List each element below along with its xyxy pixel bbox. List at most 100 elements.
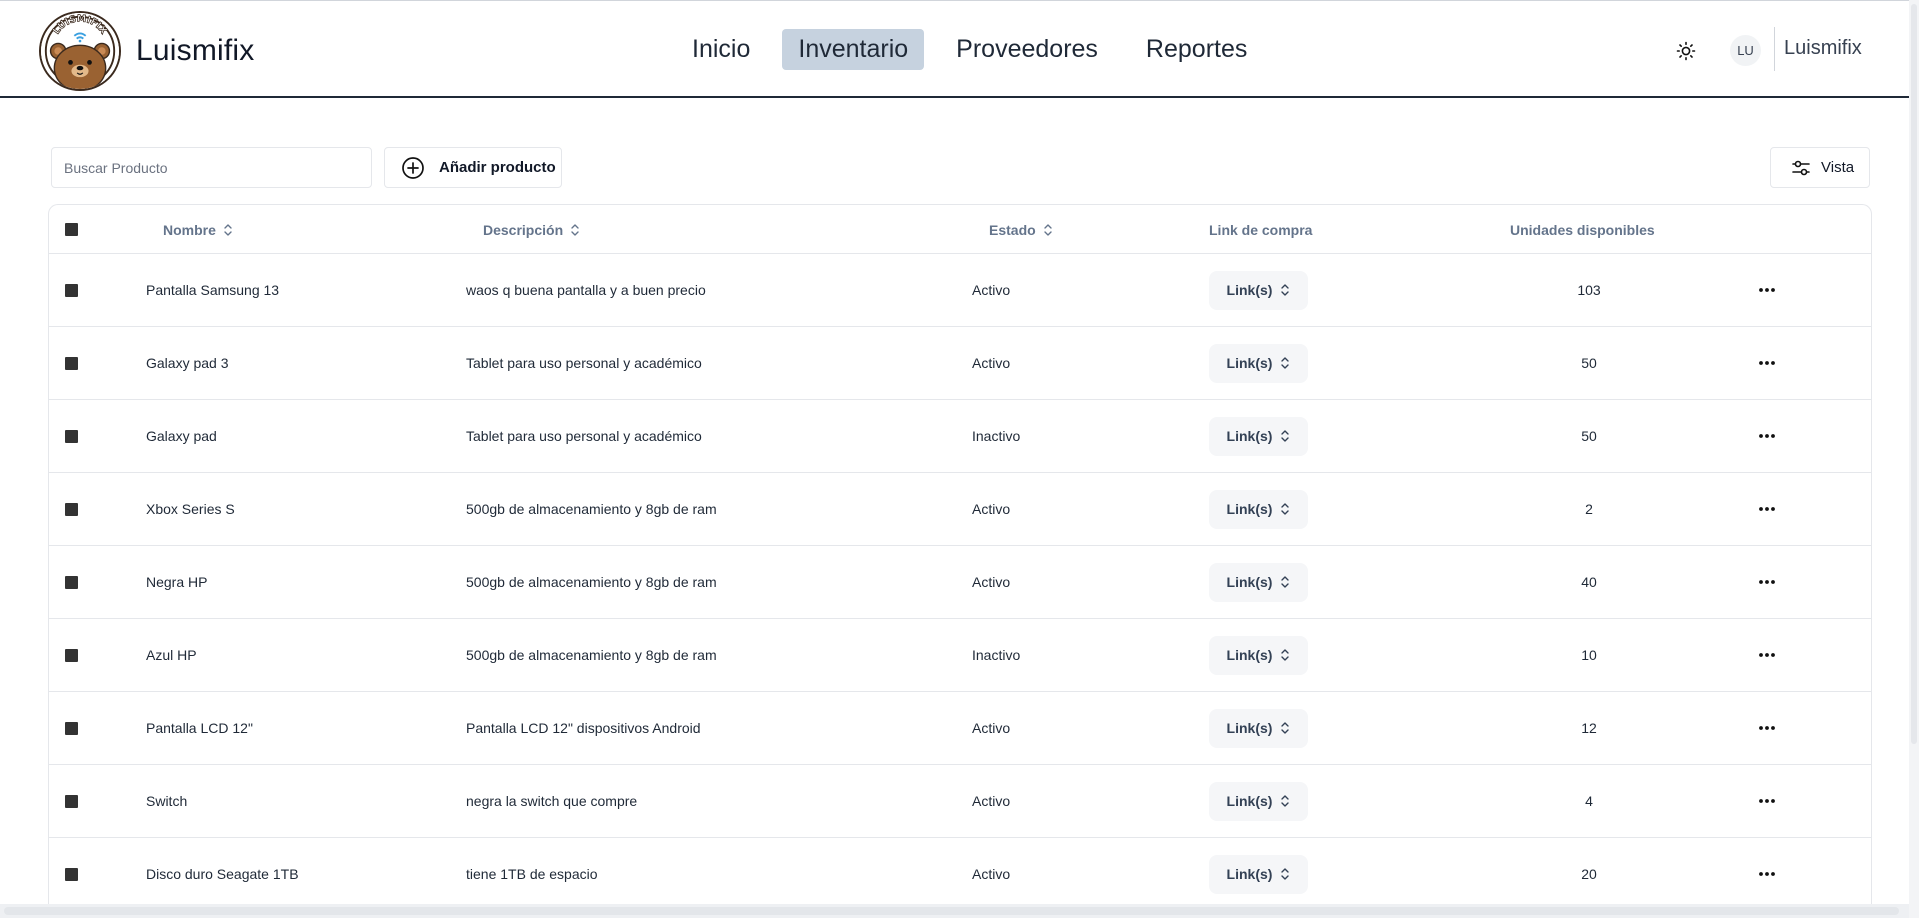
table-row: Pantalla Samsung 13 waos q buena pantall…: [49, 254, 1871, 327]
row-checkbox[interactable]: [65, 648, 78, 662]
row-actions-button[interactable]: [1752, 567, 1782, 597]
table-row: Pantalla LCD 12" Pantalla LCD 12" dispos…: [49, 692, 1871, 765]
link-cell: Link(s): [1209, 400, 1308, 472]
product-units: 4: [1585, 793, 1593, 809]
table-row: Switch negra la switch que compre Activo…: [49, 765, 1871, 838]
chevron-up-down-icon: [1281, 795, 1290, 807]
chevron-up-down-icon: [1043, 223, 1052, 236]
purchase-links-button[interactable]: Link(s): [1209, 781, 1308, 821]
row-actions-button[interactable]: [1752, 786, 1782, 816]
row-checkbox[interactable]: [65, 429, 78, 443]
purchase-links-label: Link(s): [1226, 428, 1273, 444]
more-cell: [1752, 692, 1782, 764]
purchase-links-button[interactable]: Link(s): [1209, 416, 1308, 456]
search-input[interactable]: [51, 147, 372, 188]
product-name: Pantalla Samsung 13: [146, 282, 280, 298]
horizontal-scrollbar[interactable]: [0, 904, 1909, 918]
product-description: waos q buena pantalla y a buen precio: [466, 282, 706, 298]
product-description: Pantalla LCD 12" dispositivos Android: [466, 720, 701, 736]
purchase-links-button[interactable]: Link(s): [1209, 270, 1308, 310]
more-cell: [1752, 619, 1782, 691]
row-checkbox[interactable]: [65, 502, 78, 516]
product-status: Activo: [972, 793, 1011, 809]
row-checkbox[interactable]: [65, 283, 78, 297]
purchase-links-label: Link(s): [1226, 720, 1273, 736]
row-actions-button[interactable]: [1752, 713, 1782, 743]
row-checkbox-cell: [65, 546, 78, 618]
column-header-status[interactable]: Estado: [989, 205, 1053, 254]
purchase-links-label: Link(s): [1226, 501, 1273, 517]
chevron-up-down-icon: [1281, 357, 1290, 369]
row-checkbox[interactable]: [65, 794, 78, 808]
add-product-button[interactable]: Añadir producto: [384, 147, 562, 188]
row-actions-button[interactable]: [1752, 859, 1782, 889]
product-description: Tablet para uso personal y académico: [466, 355, 702, 371]
user-name[interactable]: Luismifix: [1784, 37, 1862, 60]
more-horizontal-icon: [1759, 507, 1775, 511]
nav-item-proveedores[interactable]: Proveedores: [940, 29, 1114, 70]
column-header-description[interactable]: Descripción: [483, 205, 580, 254]
user-avatar[interactable]: LU: [1730, 35, 1761, 66]
row-checkbox[interactable]: [65, 356, 78, 370]
row-actions-button[interactable]: [1752, 275, 1782, 305]
chevron-up-down-icon: [1281, 430, 1290, 442]
row-actions-button[interactable]: [1752, 640, 1782, 670]
purchase-links-button[interactable]: Link(s): [1209, 562, 1308, 602]
plus-circle-icon: [402, 156, 424, 179]
theme-toggle-button[interactable]: [1662, 29, 1710, 73]
table-row: Galaxy pad Tablet para uso personal y ac…: [49, 400, 1871, 473]
row-checkbox-cell: [65, 400, 78, 472]
nav-item-inicio[interactable]: Inicio: [676, 29, 766, 70]
purchase-links-button[interactable]: Link(s): [1209, 343, 1308, 383]
sun-icon: [1676, 41, 1696, 61]
row-actions-button[interactable]: [1752, 348, 1782, 378]
horizontal-scrollbar-thumb[interactable]: [4, 907, 1899, 915]
product-status: Activo: [972, 355, 1011, 371]
more-horizontal-icon: [1759, 580, 1775, 584]
row-actions-button[interactable]: [1752, 421, 1782, 451]
column-header-status-label: Estado: [989, 221, 1036, 238]
row-actions-button[interactable]: [1752, 494, 1782, 524]
purchase-links-button[interactable]: Link(s): [1209, 489, 1308, 529]
product-status: Inactivo: [972, 647, 1021, 663]
more-horizontal-icon: [1759, 288, 1775, 292]
product-name: Switch: [146, 793, 188, 809]
more-cell: [1752, 254, 1782, 326]
purchase-links-button[interactable]: Link(s): [1209, 854, 1308, 894]
nav-item-reportes[interactable]: Reportes: [1130, 29, 1263, 70]
view-options-button[interactable]: Vista: [1770, 147, 1870, 188]
chevron-up-down-icon: [1281, 722, 1290, 734]
row-checkbox-cell: [65, 327, 78, 399]
purchase-links-button[interactable]: Link(s): [1209, 708, 1308, 748]
chevron-up-down-icon: [1281, 868, 1290, 880]
column-header-description-label: Descripción: [483, 221, 564, 238]
table-header: Nombre Descripción Estado Link de compra: [49, 205, 1871, 254]
column-header-name-label: Nombre: [163, 221, 216, 238]
row-checkbox[interactable]: [65, 867, 78, 881]
nav-item-inventario[interactable]: Inventario: [782, 29, 925, 70]
table-row: Galaxy pad 3 Tablet para uso personal y …: [49, 327, 1871, 400]
product-units: 2: [1585, 501, 1593, 517]
product-name: Xbox Series S: [146, 501, 235, 517]
purchase-links-button[interactable]: Link(s): [1209, 635, 1308, 675]
link-cell: Link(s): [1209, 254, 1308, 326]
column-header-name[interactable]: Nombre: [163, 205, 233, 254]
product-units: 20: [1581, 866, 1597, 882]
product-status: Inactivo: [972, 428, 1021, 444]
row-checkbox[interactable]: [65, 721, 78, 735]
more-horizontal-icon: [1759, 434, 1775, 438]
sliders-icon: [1792, 160, 1810, 175]
select-all-checkbox[interactable]: [65, 223, 78, 236]
vertical-scrollbar-thumb[interactable]: [1911, 4, 1917, 744]
more-cell: [1752, 546, 1782, 618]
vertical-scrollbar[interactable]: [1909, 0, 1919, 918]
column-header-units-label: Unidades disponibles: [1510, 221, 1655, 238]
product-units: 103: [1577, 282, 1601, 298]
product-name: Azul HP: [146, 647, 197, 663]
more-horizontal-icon: [1759, 799, 1775, 803]
product-status: Activo: [972, 574, 1011, 590]
chevron-up-down-icon: [1281, 284, 1290, 296]
row-checkbox-cell: [65, 692, 78, 764]
row-checkbox[interactable]: [65, 575, 78, 589]
brand[interactable]: LUISMIFIX Luismifix: [39, 11, 255, 91]
